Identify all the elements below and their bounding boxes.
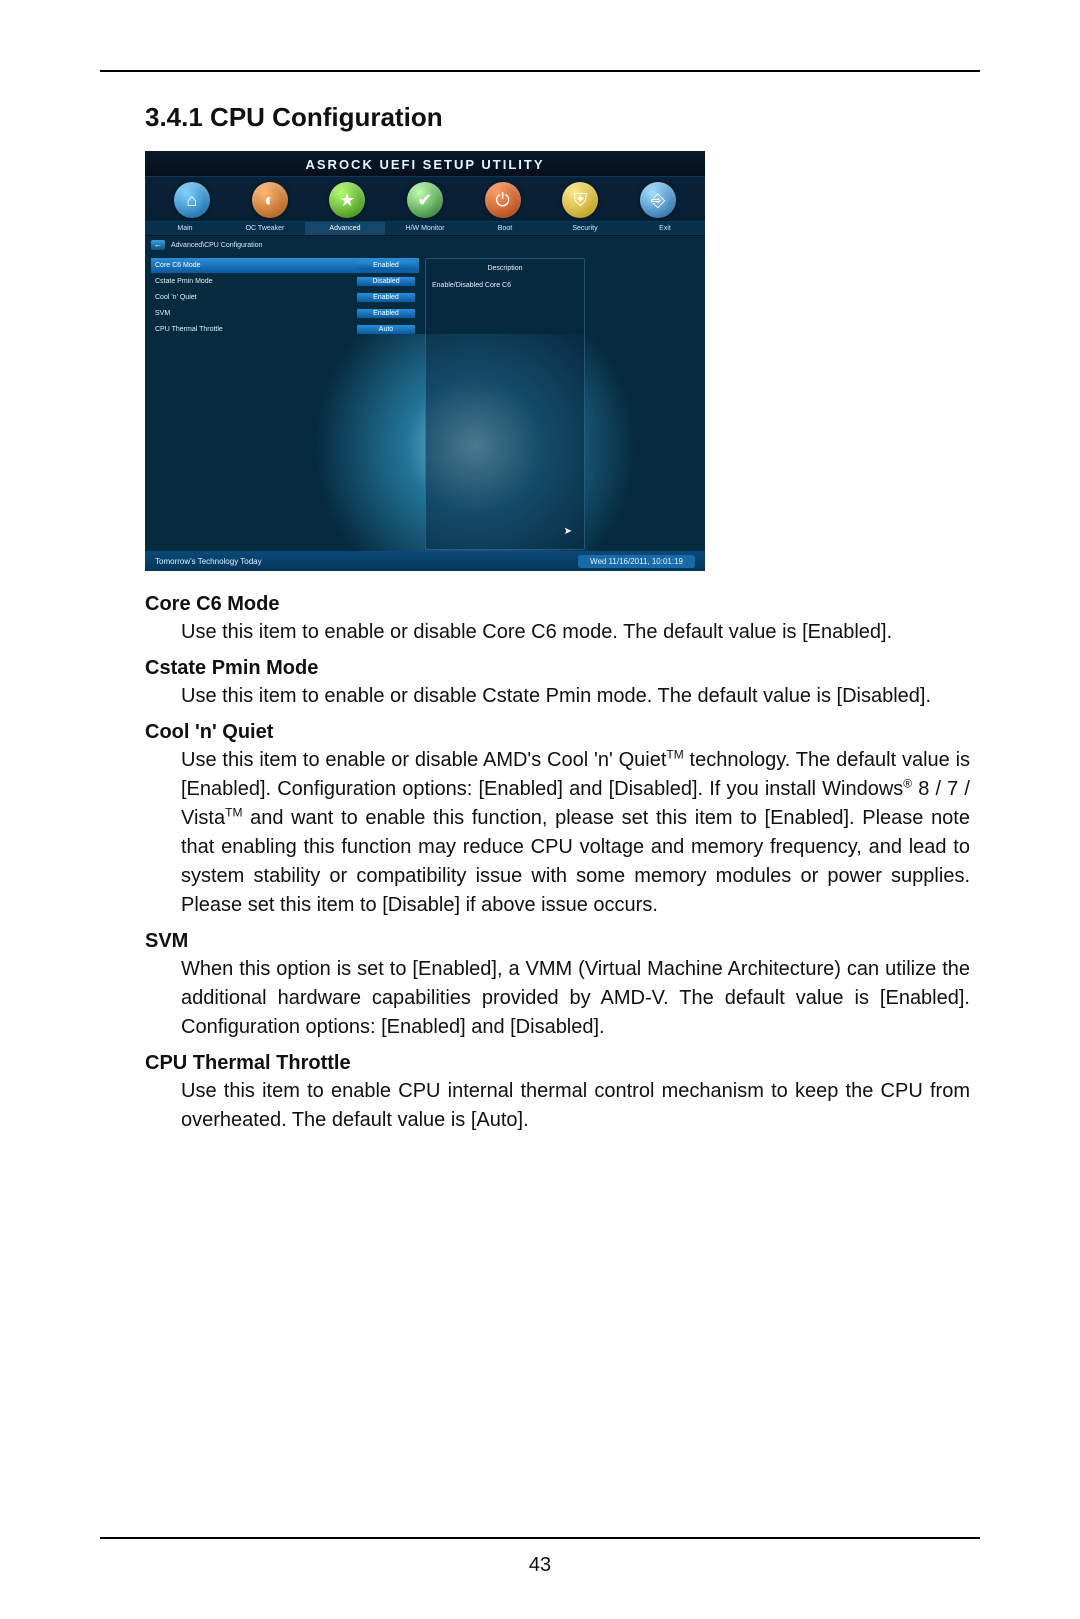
- setting-svm[interactable]: SVM Enabled: [151, 306, 419, 321]
- footer-tagline: Tomorrow's Technology Today: [155, 557, 262, 566]
- setting-value[interactable]: Enabled: [357, 309, 415, 318]
- item-title-core-c6: Core C6 Mode: [145, 593, 970, 616]
- setting-label: Cstate Pmin Mode: [155, 278, 213, 285]
- advanced-icon[interactable]: ★: [329, 182, 365, 218]
- top-rule: [100, 70, 980, 72]
- bios-body: Core C6 Mode Enabled Cstate Pmin Mode Di…: [145, 254, 705, 554]
- breadcrumb-text: Advanced\CPU Configuration: [171, 242, 262, 249]
- bios-title: ASROCK UEFI SETUP UTILITY: [145, 151, 705, 177]
- description-heading: Description: [432, 265, 578, 272]
- exit-icon[interactable]: ⎆: [640, 182, 676, 218]
- setting-cpu-thermal-throttle[interactable]: CPU Thermal Throttle Auto: [151, 322, 419, 337]
- setting-label: Cool 'n' Quiet: [155, 294, 197, 301]
- bios-breadcrumb: ← Advanced\CPU Configuration: [145, 236, 705, 254]
- setting-core-c6-mode[interactable]: Core C6 Mode Enabled: [151, 258, 419, 273]
- cursor-icon: ➤: [564, 526, 572, 537]
- item-title-cpu-thermal: CPU Thermal Throttle: [145, 1052, 970, 1075]
- footer-datetime: Wed 11/16/2011, 10:01:19: [578, 555, 695, 568]
- boot-icon[interactable]: ⏻: [485, 182, 521, 218]
- setting-value[interactable]: Disabled: [357, 277, 415, 286]
- bottom-rule: [100, 1537, 980, 1539]
- monitor-icon[interactable]: ✔: [407, 182, 443, 218]
- bios-screenshot: ASROCK UEFI SETUP UTILITY ⌂ ◐ ★ ✔ ⏻ ⛨ ⎆ …: [145, 151, 705, 571]
- bios-description-panel: Description Enable/Disabled Core C6 ➤: [425, 258, 585, 550]
- back-icon[interactable]: ←: [151, 240, 165, 250]
- item-desc-core-c6: Use this item to enable or disable Core …: [181, 618, 970, 647]
- tab-octweaker[interactable]: OC Tweaker: [225, 222, 305, 235]
- bios-footer: Tomorrow's Technology Today Wed 11/16/20…: [145, 551, 705, 571]
- item-desc-cpu-thermal: Use this item to enable CPU internal the…: [181, 1077, 970, 1135]
- setting-value[interactable]: Enabled: [357, 261, 415, 270]
- setting-cstate-pmin[interactable]: Cstate Pmin Mode Disabled: [151, 274, 419, 289]
- item-desc-cool-n-quiet: Use this item to enable or disable AMD's…: [181, 746, 970, 920]
- page-number: 43: [0, 1554, 1080, 1577]
- manual-page: 3.4.1 CPU Configuration ASROCK UEFI SETU…: [0, 0, 1080, 1135]
- page-content: 3.4.1 CPU Configuration ASROCK UEFI SETU…: [100, 102, 980, 1135]
- setting-label: SVM: [155, 310, 170, 317]
- setting-cool-n-quiet[interactable]: Cool 'n' Quiet Enabled: [151, 290, 419, 305]
- home-icon[interactable]: ⌂: [174, 182, 210, 218]
- tab-exit[interactable]: Exit: [625, 222, 705, 235]
- item-descriptions: Core C6 Mode Use this item to enable or …: [145, 593, 970, 1135]
- item-desc-cstate-pmin: Use this item to enable or disable Cstat…: [181, 682, 970, 711]
- security-icon[interactable]: ⛨: [562, 182, 598, 218]
- setting-label: CPU Thermal Throttle: [155, 326, 223, 333]
- item-title-svm: SVM: [145, 930, 970, 953]
- setting-value[interactable]: Auto: [357, 325, 415, 334]
- tab-advanced[interactable]: Advanced: [305, 222, 385, 235]
- description-text: Enable/Disabled Core C6: [432, 282, 511, 289]
- bios-settings-list: Core C6 Mode Enabled Cstate Pmin Mode Di…: [145, 254, 425, 554]
- tab-hwmonitor[interactable]: H/W Monitor: [385, 222, 465, 235]
- bios-tabstrip: Main OC Tweaker Advanced H/W Monitor Boo…: [145, 221, 705, 236]
- section-title: 3.4.1 CPU Configuration: [145, 102, 970, 133]
- setting-value[interactable]: Enabled: [357, 293, 415, 302]
- tab-main[interactable]: Main: [145, 222, 225, 235]
- item-title-cool-n-quiet: Cool 'n' Quiet: [145, 721, 970, 744]
- oc-icon[interactable]: ◐: [252, 182, 288, 218]
- item-title-cstate-pmin: Cstate Pmin Mode: [145, 657, 970, 680]
- tab-security[interactable]: Security: [545, 222, 625, 235]
- bios-iconbar: ⌂ ◐ ★ ✔ ⏻ ⛨ ⎆: [145, 177, 705, 221]
- tab-boot[interactable]: Boot: [465, 222, 545, 235]
- setting-label: Core C6 Mode: [155, 262, 201, 269]
- item-desc-svm: When this option is set to [Enabled], a …: [181, 955, 970, 1042]
